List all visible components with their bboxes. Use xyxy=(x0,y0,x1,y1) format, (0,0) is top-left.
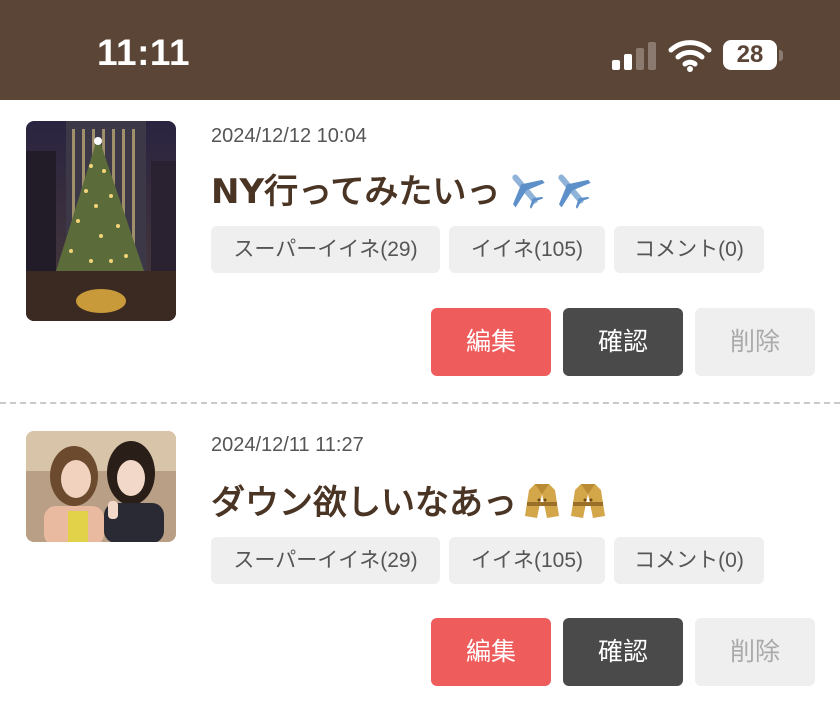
delete-button[interactable]: 削除 xyxy=(695,618,815,686)
post-actions: 編集 確認 削除 xyxy=(431,618,815,686)
post-thumbnail[interactable] xyxy=(26,431,176,542)
post-title-text: ダウン欲しいなあっ xyxy=(211,483,517,523)
post-date: 2024/12/11 11:27 xyxy=(211,434,364,456)
comment-chip[interactable]: コメント(0) xyxy=(614,226,764,273)
status-bar: 11:11 28 xyxy=(0,0,840,100)
battery-nub xyxy=(779,50,783,61)
post-title[interactable]: ダウン欲しいなあっ xyxy=(211,475,609,524)
wifi-icon xyxy=(668,40,712,72)
battery-icon: 28 xyxy=(723,40,777,70)
super-like-chip[interactable]: スーパーイイネ(29) xyxy=(211,226,440,273)
coat-emoji xyxy=(525,483,559,518)
edit-button[interactable]: 編集 xyxy=(431,618,551,686)
status-time: 11:11 xyxy=(97,32,191,73)
post-date: 2024/12/12 10:04 xyxy=(211,125,367,147)
post-actions: 編集 確認 削除 xyxy=(431,308,815,376)
post-item: 2024/12/11 11:27 ダウン欲しいなあっ スーパーイイネ(29) イ… xyxy=(0,407,840,713)
battery-level: 28 xyxy=(736,41,764,68)
post-divider xyxy=(0,402,840,404)
coat-emoji xyxy=(571,483,605,518)
post-thumbnail[interactable] xyxy=(26,121,176,321)
airplane-emoji xyxy=(512,174,546,209)
reaction-chips: スーパーイイネ(29) イイネ(105) コメント(0) xyxy=(211,537,764,584)
edit-button[interactable]: 編集 xyxy=(431,308,551,376)
comment-chip[interactable]: コメント(0) xyxy=(614,537,764,584)
selfie-photo xyxy=(26,431,176,542)
post-title[interactable]: NY行ってみたいっ xyxy=(211,164,592,213)
airplane-emoji xyxy=(558,174,592,209)
delete-button[interactable]: 削除 xyxy=(695,308,815,376)
cellular-signal-icon xyxy=(612,40,658,70)
post-title-text: NY行ってみたいっ xyxy=(211,172,501,212)
confirm-button[interactable]: 確認 xyxy=(563,618,683,686)
reaction-chips: スーパーイイネ(29) イイネ(105) コメント(0) xyxy=(211,226,764,273)
christmas-tree-photo xyxy=(26,121,176,321)
post-item: 2024/12/12 10:04 NY行ってみたいっ スーパーイイネ(29) イ… xyxy=(0,100,840,402)
like-chip[interactable]: イイネ(105) xyxy=(449,226,605,273)
like-chip[interactable]: イイネ(105) xyxy=(449,537,605,584)
confirm-button[interactable]: 確認 xyxy=(563,308,683,376)
super-like-chip[interactable]: スーパーイイネ(29) xyxy=(211,537,440,584)
